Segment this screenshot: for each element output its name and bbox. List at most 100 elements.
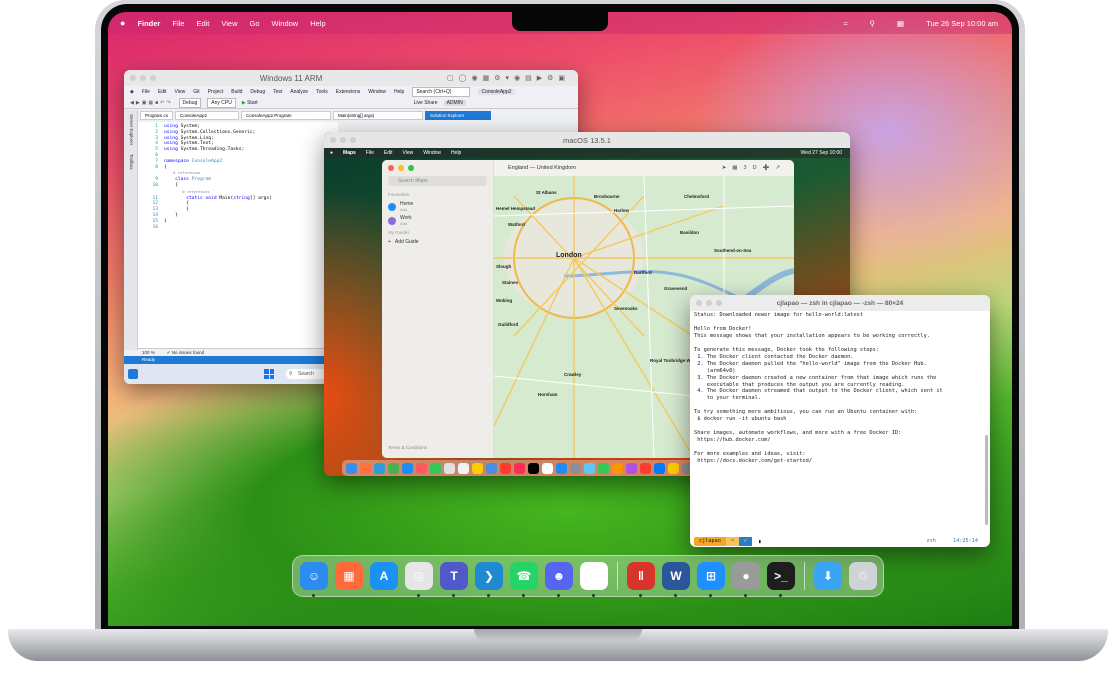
vm-menu-item[interactable]: Edit	[384, 150, 393, 156]
vm-dock-app-icon[interactable]	[402, 462, 413, 474]
toolbox-tab[interactable]: Toolbox	[129, 154, 134, 170]
zoom-button[interactable]	[350, 137, 356, 143]
dock-downloads-icon[interactable]: ⬇	[814, 562, 842, 590]
vs-menu-item[interactable]: Project	[208, 89, 224, 95]
dock-windows-icon[interactable]: ⊞	[697, 562, 725, 597]
vm-dock-app-icon[interactable]	[374, 462, 385, 474]
menu-edit[interactable]: Edit	[196, 19, 209, 28]
menu-view[interactable]: View	[221, 19, 237, 28]
vm-dock-app-icon[interactable]	[486, 462, 497, 474]
tab-program-cs[interactable]: Program.cs	[140, 110, 174, 120]
nav-project[interactable]: ConsoleApp2	[175, 110, 240, 120]
vm-dock-app-icon[interactable]	[640, 462, 651, 474]
control-center-icon[interactable]: ▦	[897, 19, 904, 28]
favourite-work[interactable]: Work Add	[388, 215, 487, 226]
vm-menu-item[interactable]: File	[366, 150, 374, 156]
favourite-home[interactable]: Home Add	[388, 201, 487, 212]
vs-menu-item[interactable]: File	[142, 89, 150, 95]
vm-menu-item[interactable]: Maps	[343, 150, 356, 156]
terminal-scrollbar[interactable]	[985, 435, 988, 525]
wifi-icon[interactable]: ≈	[843, 19, 847, 28]
macos-vm-titlebar[interactable]: macOS 13.5.1	[324, 132, 850, 148]
vm-dock-app-icon[interactable]	[346, 462, 357, 474]
dock-chrome-icon[interactable]: ◎	[405, 562, 433, 597]
vm-dock-app-icon[interactable]	[416, 462, 427, 474]
vs-search-input[interactable]: Search (Ctrl+Q)	[412, 87, 471, 97]
windows-vm-titlebar[interactable]: Windows 11 ARM ▢◯◉▦⚙▾◉▤▶⚙▣	[124, 70, 578, 86]
close-button[interactable]	[130, 75, 136, 81]
vs-menu-item[interactable]: Help	[394, 89, 404, 95]
server-explorer-tab[interactable]: Server Explorer	[129, 114, 134, 145]
maps-search-input[interactable]: Search Maps	[388, 176, 487, 186]
add-guide-button[interactable]: + Add Guide	[388, 239, 487, 245]
dock-launchpad-icon[interactable]: ▦	[335, 562, 363, 590]
vs-menu-item[interactable]: View	[175, 89, 186, 95]
dock-macos-icon[interactable]: ●	[732, 562, 760, 597]
vm-dock-app-icon[interactable]	[612, 462, 623, 474]
zoom-button[interactable]	[408, 165, 414, 171]
vs-menu-item[interactable]: Git	[193, 89, 199, 95]
vm-dock-app-icon[interactable]	[444, 462, 455, 474]
apple-menu-icon[interactable]: ●	[330, 150, 333, 156]
nav-class[interactable]: ConsoleApp2.Program	[241, 110, 332, 120]
menu-go[interactable]: Go	[250, 19, 260, 28]
vm-dock-app-icon[interactable]	[626, 462, 637, 474]
vs-live-share-button[interactable]: Live Share	[414, 100, 438, 106]
vs-menu-item[interactable]: Test	[273, 89, 282, 95]
vs-platform-select[interactable]: Any CPU	[207, 98, 236, 108]
vm-dock-app-icon[interactable]	[472, 462, 483, 474]
vm-dock-app-icon[interactable]	[584, 462, 595, 474]
search-icon[interactable]: ⚲	[870, 19, 876, 28]
close-button[interactable]	[388, 165, 394, 171]
dock-finder-icon[interactable]: ☺	[300, 562, 328, 597]
terminal-titlebar[interactable]: cjlapao — zsh in cjlapao — -zsh — 80×24	[690, 295, 990, 311]
dock-parallels-icon[interactable]: ‖	[627, 562, 655, 597]
nav-member[interactable]: Main(string[] args)	[333, 110, 424, 120]
close-button[interactable]	[696, 300, 702, 306]
menu-file[interactable]: File	[172, 19, 184, 28]
zoom-button[interactable]	[716, 300, 722, 306]
vm-dock-app-icon[interactable]	[514, 462, 525, 474]
vm-menu-item[interactable]: Help	[451, 150, 461, 156]
vs-start-button[interactable]: ▶ Start	[242, 100, 258, 106]
vm-dock-app-icon[interactable]	[570, 462, 581, 474]
windows-start-icon[interactable]	[264, 369, 274, 379]
vs-menu-item[interactable]: Extensions	[336, 89, 360, 95]
dock-app-store-icon[interactable]: A	[370, 562, 398, 590]
vm-dock-app-icon[interactable]	[528, 462, 539, 474]
vs-menu-item[interactable]: Analyze	[290, 89, 308, 95]
vm-dock-app-icon[interactable]	[500, 462, 511, 474]
minimize-button[interactable]	[140, 75, 146, 81]
terminal-output[interactable]: Status: Downloaded newer image for hello…	[690, 311, 990, 547]
menu-clock[interactable]: Tue 26 Sep 10:00 am	[926, 19, 998, 28]
vm-menu-item[interactable]: Window	[423, 150, 441, 156]
solution-explorer-tab[interactable]: Solution Explorer	[425, 110, 492, 120]
menu-help[interactable]: Help	[310, 19, 325, 28]
vs-menu-item[interactable]: Tools	[316, 89, 328, 95]
dock-trash-icon[interactable]: ♲	[849, 562, 877, 590]
vs-menu-item[interactable]: Edit	[158, 89, 167, 95]
zoom-button[interactable]	[150, 75, 156, 81]
vs-menu-item[interactable]: Build	[231, 89, 242, 95]
minimize-button[interactable]	[398, 165, 404, 171]
vm-dock-app-icon[interactable]	[458, 462, 469, 474]
vm-dock-app-icon[interactable]	[430, 462, 441, 474]
vm-menu-clock[interactable]: Wed 27 Sep 10:00	[801, 150, 842, 156]
widgets-icon[interactable]	[128, 369, 138, 379]
code-editor[interactable]: 1 using System; 2 using System.Collections.…	[138, 122, 338, 348]
minimize-button[interactable]	[706, 300, 712, 306]
menu-app-name[interactable]: Finder	[137, 19, 160, 28]
vm-dock-app-icon[interactable]	[654, 462, 665, 474]
vm-dock-app-icon[interactable]	[598, 462, 609, 474]
dock-whatsapp-icon[interactable]: ☎	[510, 562, 538, 597]
vm-dock-app-icon[interactable]	[542, 462, 553, 474]
dock-discord-icon[interactable]: ☻	[545, 562, 573, 597]
vm-menu-item[interactable]: View	[403, 150, 414, 156]
vs-menu-item[interactable]: Debug	[250, 89, 265, 95]
dock-vs-code-icon[interactable]: ❯	[475, 562, 503, 597]
zoom-level[interactable]: 100 %	[142, 350, 155, 355]
menu-window[interactable]: Window	[272, 19, 299, 28]
vm-dock-app-icon[interactable]	[360, 462, 371, 474]
dock-terminal-icon[interactable]: >_	[767, 562, 795, 597]
vm-dock-app-icon[interactable]	[388, 462, 399, 474]
